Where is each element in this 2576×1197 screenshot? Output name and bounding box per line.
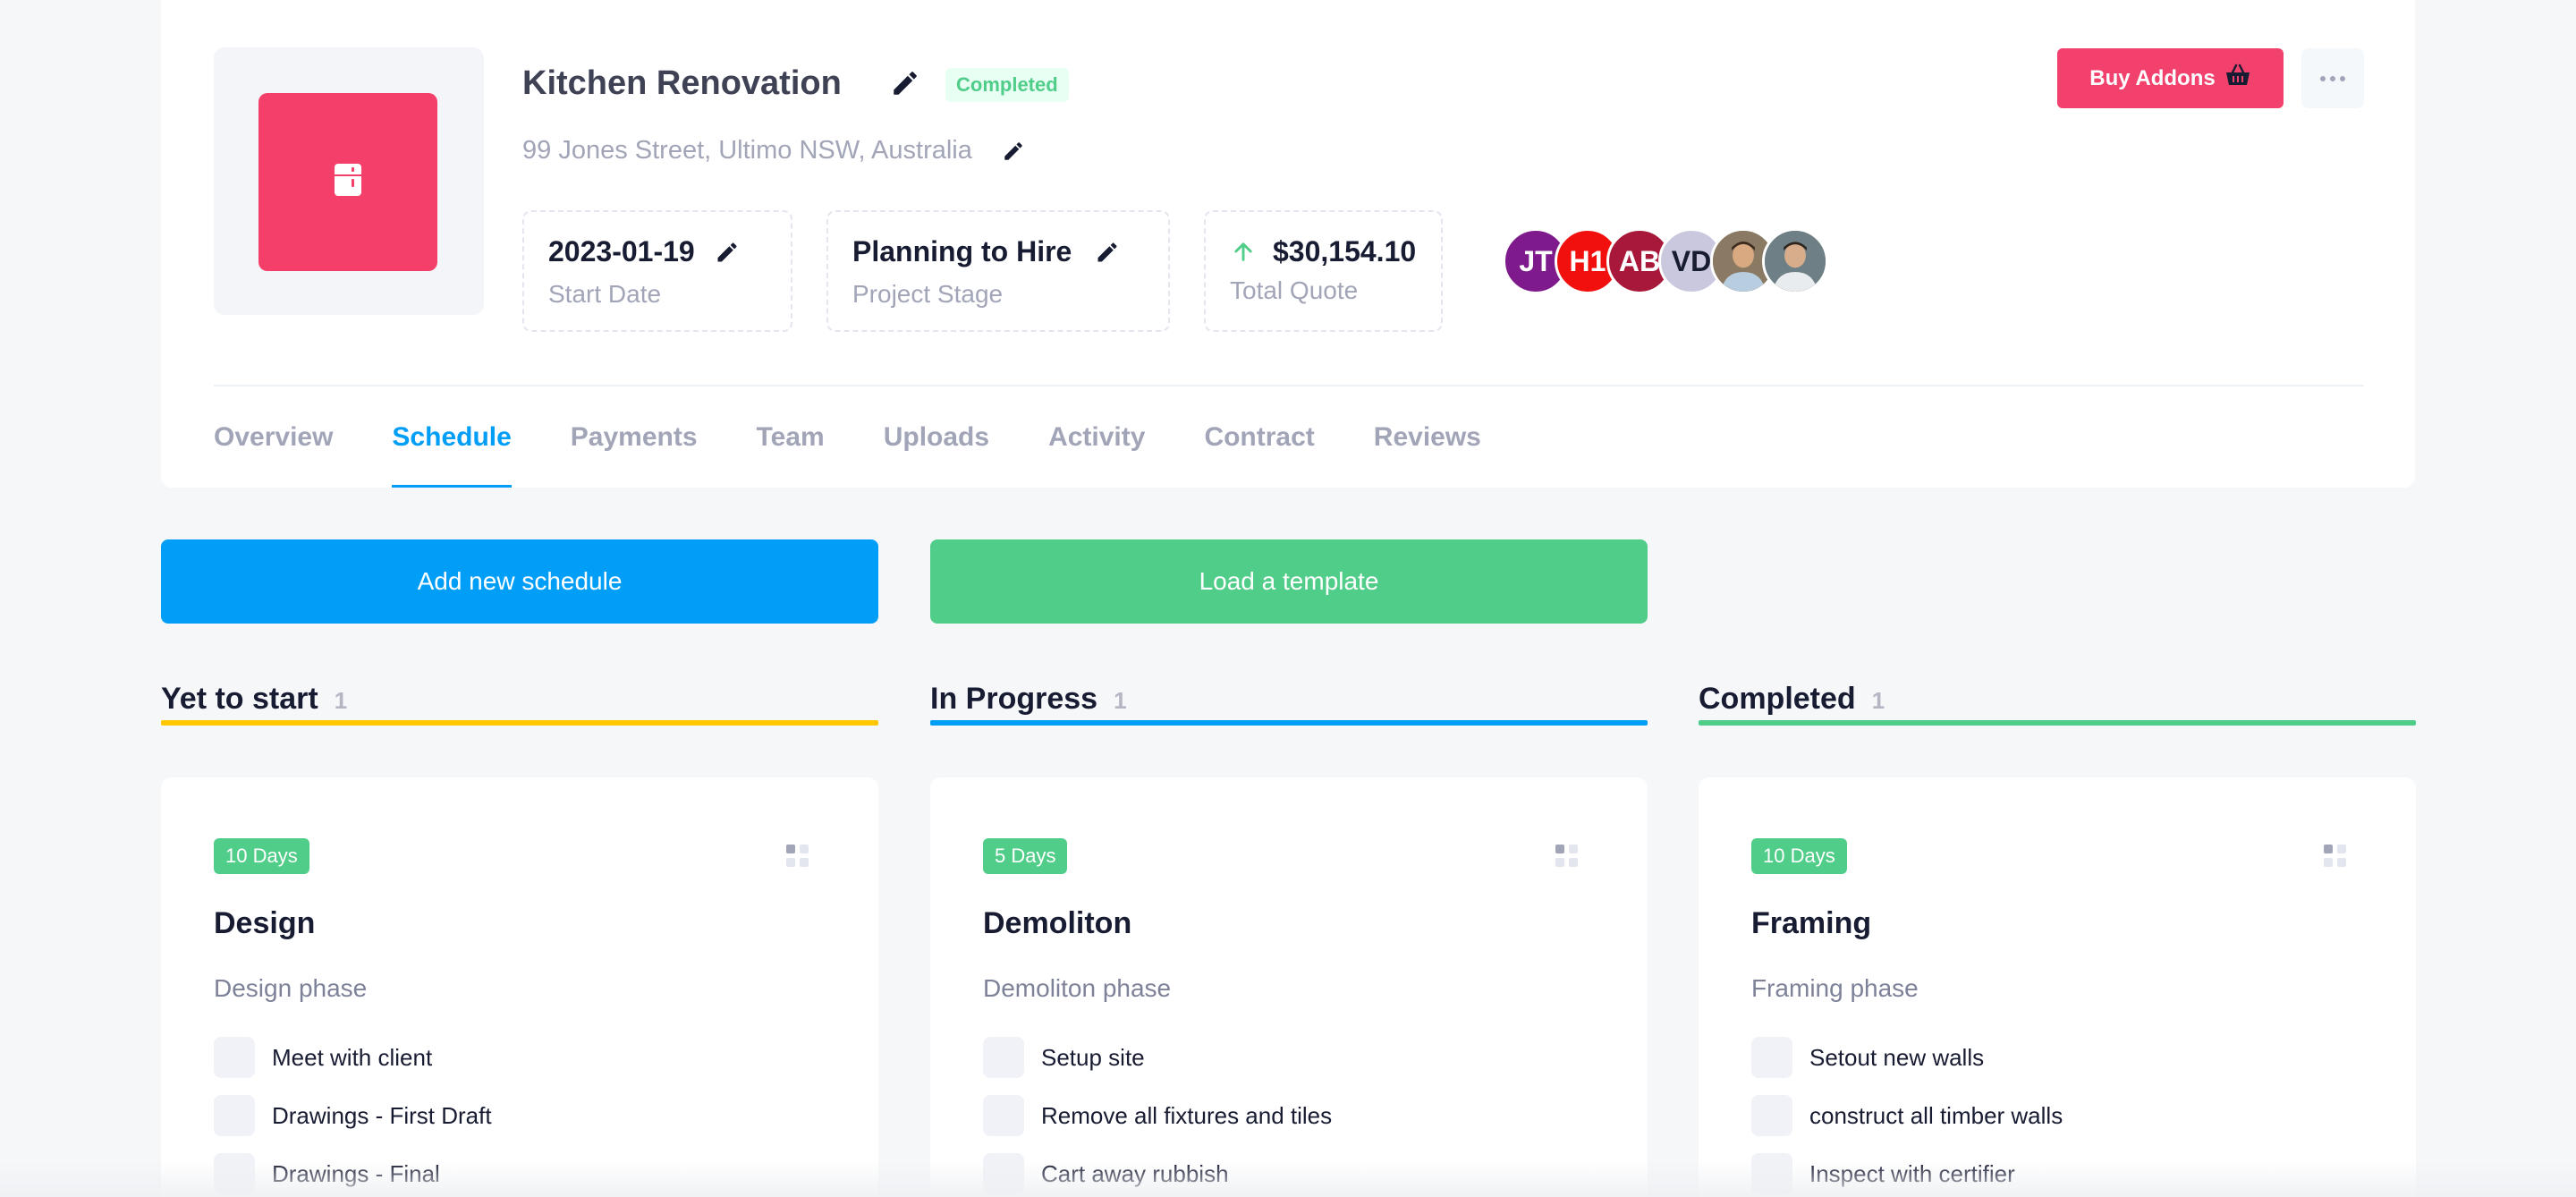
start-date-value: 2023-01-19: [548, 235, 695, 267]
task-item: Remove all fixtures and tiles: [983, 1094, 1332, 1137]
more-options-button[interactable]: [2301, 48, 2364, 108]
tab-reviews[interactable]: Reviews: [1374, 386, 1481, 488]
start-date-label: Start Date: [548, 280, 662, 308]
duration-badge: 10 Days: [214, 838, 309, 874]
tab-overview[interactable]: Overview: [214, 386, 333, 488]
card-title: Framing: [1751, 906, 1872, 940]
more-horizontal-icon: [2319, 71, 2346, 87]
arrow-up-icon: [1231, 239, 1256, 268]
duration-badge: 5 Days: [983, 838, 1068, 874]
basket-icon: [2224, 64, 2251, 93]
add-new-schedule-button[interactable]: Add new schedule: [161, 539, 878, 624]
task-item: Inspect with certifier: [1751, 1152, 2015, 1195]
project-stage-box: Planning to Hire Project Stage: [826, 210, 1170, 332]
edit-start-date-pencil-icon[interactable]: [715, 240, 740, 269]
total-quote-box: $30,154.10 Total Quote: [1204, 210, 1443, 332]
project-title: Kitchen Renovation: [522, 64, 842, 102]
task-checkbox[interactable]: [214, 1095, 255, 1136]
duration-badge: 10 Days: [1751, 838, 1847, 874]
task-item: Cart away rubbish: [983, 1152, 1229, 1195]
schedule-card-design[interactable]: 10 Days Design Design phase Meet with cl…: [161, 777, 878, 1197]
column-status-bar: [1699, 720, 2416, 726]
edit-project-stage-pencil-icon[interactable]: [1095, 240, 1120, 269]
task-item: Setout new walls: [1751, 1036, 1984, 1079]
project-thumbnail: [214, 47, 484, 315]
tab-contract[interactable]: Contract: [1204, 386, 1314, 488]
column-count: 1: [1114, 687, 1127, 714]
column-header-in-progress: In Progress 1: [930, 677, 1648, 726]
tab-payments[interactable]: Payments: [571, 386, 698, 488]
project-stage-label: Project Stage: [852, 280, 1004, 308]
column-status-bar: [930, 720, 1648, 726]
edit-title-pencil-icon[interactable]: [890, 68, 920, 103]
column-status-bar: [161, 720, 878, 726]
project-thumbnail-tile: [258, 93, 437, 271]
task-checkbox[interactable]: [983, 1095, 1024, 1136]
task-checkbox[interactable]: [1751, 1037, 1792, 1078]
total-quote-value: $30,154.10: [1273, 235, 1417, 267]
column-count: 1: [334, 687, 348, 714]
schedule-card-framing[interactable]: 10 Days Framing Framing phase Setout new…: [1699, 777, 2416, 1197]
task-checkbox[interactable]: [1751, 1153, 1792, 1194]
task-item: Setup site: [983, 1036, 1145, 1079]
project-header-card: Kitchen Renovation Completed 99 Jones St…: [161, 0, 2415, 488]
task-item: Meet with client: [214, 1036, 432, 1079]
drag-handle-icon[interactable]: [1555, 845, 1579, 868]
project-stage-value: Planning to Hire: [852, 235, 1072, 267]
drag-handle-icon[interactable]: [786, 845, 809, 868]
tab-team[interactable]: Team: [757, 386, 825, 488]
buy-addons-button[interactable]: Buy Addons: [2057, 48, 2284, 108]
task-checkbox[interactable]: [214, 1037, 255, 1078]
load-template-button[interactable]: Load a template: [930, 539, 1648, 624]
start-date-box: 2023-01-19 Start Date: [522, 210, 792, 332]
drag-handle-icon[interactable]: [2324, 845, 2347, 868]
task-checkbox[interactable]: [1751, 1095, 1792, 1136]
task-item: construct all timber walls: [1751, 1094, 2063, 1137]
task-checkbox[interactable]: [983, 1153, 1024, 1194]
task-item: Drawings - Final: [214, 1152, 440, 1195]
schedule-card-demolition[interactable]: 5 Days Demoliton Demoliton phase Setup s…: [930, 777, 1648, 1197]
task-checkbox[interactable]: [983, 1037, 1024, 1078]
card-subtitle: Framing phase: [1751, 974, 1919, 1002]
column-header-completed: Completed 1: [1699, 677, 2416, 726]
card-title: Demoliton: [983, 906, 1132, 940]
project-tabs: Overview Schedule Payments Team Uploads …: [214, 386, 1540, 488]
card-subtitle: Demoliton phase: [983, 974, 1172, 1002]
fridge-icon: [334, 163, 362, 201]
card-title: Design: [214, 906, 316, 940]
card-subtitle: Design phase: [214, 974, 368, 1002]
column-title: In Progress: [930, 682, 1098, 716]
edit-address-pencil-icon[interactable]: [1002, 140, 1025, 167]
task-checkbox[interactable]: [214, 1153, 255, 1194]
column-header-yet-to-start: Yet to start 1: [161, 677, 878, 726]
column-title: Completed: [1699, 682, 1856, 716]
column-title: Yet to start: [161, 682, 318, 716]
task-item: Drawings - First Draft: [214, 1094, 492, 1137]
tab-uploads[interactable]: Uploads: [884, 386, 989, 488]
avatar-photo-2[interactable]: [1762, 228, 1828, 294]
column-count: 1: [1871, 687, 1885, 714]
total-quote-label: Total Quote: [1230, 276, 1359, 304]
status-badge: Completed: [945, 68, 1069, 102]
tab-activity[interactable]: Activity: [1048, 386, 1145, 488]
tab-schedule[interactable]: Schedule: [392, 386, 513, 488]
project-address: 99 Jones Street, Ultimo NSW, Australia: [522, 136, 972, 165]
